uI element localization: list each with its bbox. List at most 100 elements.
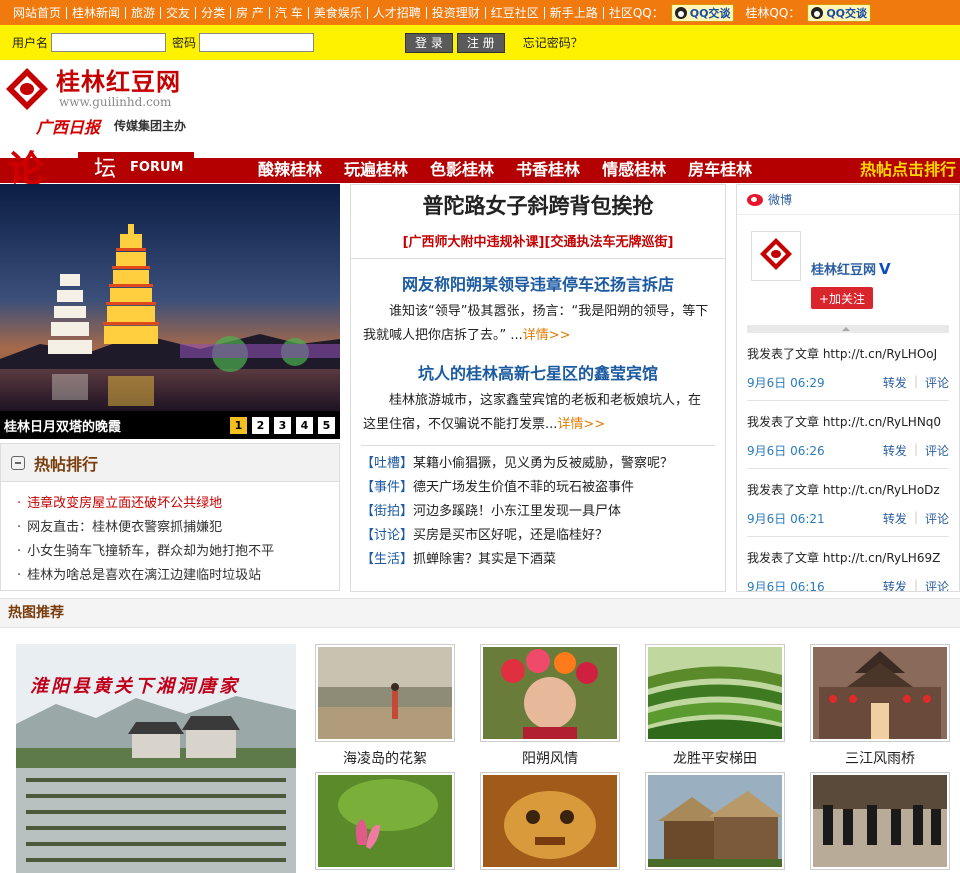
tagged-news-item[interactable]: 【讨论】买房是买市区好呢，还是临桂好？ — [361, 524, 715, 548]
subhead-link-2[interactable]: 交通执法车无牌巡街 — [550, 235, 667, 250]
thumbnail[interactable] — [810, 644, 950, 742]
hot-post-item[interactable]: 小女生骑车飞撞轿车，群众却为她打抱不平 — [17, 540, 339, 564]
thumbnail-caption[interactable]: 阳朔风情 — [480, 748, 620, 768]
thatched-huts-photo — [648, 775, 782, 867]
slide-page-5[interactable]: 5 — [318, 416, 335, 434]
thumbnail-caption[interactable]: 海凌岛的花絮 — [315, 748, 455, 768]
username-label: 用户名 — [12, 36, 49, 50]
community-qq-button[interactable]: QQ交谈 — [670, 3, 735, 22]
password-input[interactable] — [199, 33, 315, 52]
lotus-photo — [318, 775, 452, 867]
featured-picture[interactable]: 淮阳县黄关下湘洞唐家 — [16, 644, 296, 873]
lion-dance-photo — [483, 775, 617, 867]
repost-link[interactable]: 转发 — [883, 374, 907, 391]
thumbnail-caption[interactable]: 三江风雨桥 — [810, 748, 950, 768]
slideshow-caption-bar: 桂林日月双塔的晚霞 1 2 3 4 5 — [0, 411, 340, 439]
nav-food[interactable]: 美食娱乐 — [309, 6, 368, 19]
hot-post-item[interactable]: 网友直击：桂林便衣警察抓捕嫌犯 — [17, 516, 339, 540]
hot-posts-list: 违章改变房屋立面还破坏公共绿地 网友直击：桂林便衣警察抓捕嫌犯 小女生骑车飞撞轿… — [1, 482, 339, 588]
weibo-post-text[interactable]: 我发表了文章 http://t.cn/RyLHNq0 — [747, 413, 949, 430]
slideshow-caption[interactable]: 桂林日月双塔的晚霞 — [4, 416, 230, 435]
thumbnail[interactable] — [645, 644, 785, 742]
forum-nav-item[interactable]: 情感桂林 — [602, 156, 666, 180]
weibo-post-text[interactable]: 我发表了文章 http://t.cn/RyLHOoJ — [747, 345, 949, 362]
weibo-post-text[interactable]: 我发表了文章 http://t.cn/RyLH69Z — [747, 549, 949, 566]
register-button[interactable]: 注 册 — [456, 32, 505, 53]
forum-nav-item[interactable]: 色影桂林 — [430, 156, 494, 180]
tagged-news-item[interactable]: 【生活】抓蝉除害？其实是下酒菜 — [361, 548, 715, 572]
story-title[interactable]: 坑人的桂林高新七星区的鑫莹宾馆 — [363, 360, 713, 384]
login-button[interactable]: 登 录 — [405, 32, 453, 53]
thumbnail[interactable] — [315, 644, 455, 742]
weibo-post-time[interactable]: 9月6日 06:16 — [747, 578, 883, 591]
comment-link[interactable]: 评论 — [925, 578, 949, 591]
username-input[interactable] — [51, 33, 167, 52]
password-label: 密码 — [172, 36, 197, 50]
story-1: 网友称阳朔某领导违章停车还扬言拆店 谁知该“领导”极其嚣张，扬言：“我是阳朔的领… — [351, 271, 725, 348]
weibo-post-time[interactable]: 9月6日 06:29 — [747, 374, 883, 391]
nav-finance[interactable]: 投资理财 — [427, 6, 486, 19]
hot-posts-panel: 热帖排行 违章改变房屋立面还破坏公共绿地 网友直击：桂林便衣警察抓捕嫌犯 小女生… — [0, 443, 340, 591]
story-more-link[interactable]: 详情>> — [523, 328, 571, 343]
slide-page-1[interactable]: 1 — [230, 416, 247, 434]
forum-en-label: FORUM — [130, 159, 184, 175]
nav-home[interactable]: 网站首页 — [8, 6, 68, 19]
logo-url: www.guilinhd.com — [59, 95, 172, 109]
headline[interactable]: 普陀路女子斜跨背包挨抢 — [351, 190, 725, 220]
nav-dating[interactable]: 交友 — [161, 6, 197, 19]
follow-button[interactable]: +加关注 — [811, 287, 873, 309]
thumbnail[interactable] — [315, 772, 455, 870]
nav-community[interactable]: 红豆社区 — [486, 6, 545, 19]
story-title[interactable]: 网友称阳朔某领导违章停车还扬言拆店 — [363, 271, 713, 295]
forum-nav-item[interactable]: 酸辣桂林 — [258, 156, 322, 180]
slide-page-4[interactable]: 4 — [296, 416, 313, 434]
forum-nav-item[interactable]: 书香桂林 — [516, 156, 580, 180]
repost-link[interactable]: 转发 — [883, 510, 907, 527]
repost-link[interactable]: 转发 — [883, 578, 907, 591]
slide-page-2[interactable]: 2 — [252, 416, 269, 434]
nav-auto[interactable]: 汽 车 — [270, 6, 309, 19]
thumbnail[interactable] — [480, 644, 620, 742]
slide-page-3[interactable]: 3 — [274, 416, 291, 434]
comment-link[interactable]: 评论 — [925, 374, 949, 391]
repost-link[interactable]: 转发 — [883, 442, 907, 459]
comment-link[interactable]: 评论 — [925, 510, 949, 527]
guilin-qq-button[interactable]: QQ交谈 — [807, 3, 872, 22]
weibo-post-text[interactable]: 我发表了文章 http://t.cn/RyLHoDz — [747, 481, 949, 498]
forum-nav-item[interactable]: 房车桂林 — [688, 156, 752, 180]
weibo-avatar[interactable] — [751, 231, 801, 281]
guilin-qq-label: 桂林QQ： — [745, 5, 801, 20]
thumbnail[interactable] — [645, 772, 785, 870]
thumbnail-caption[interactable]: 龙胜平安梯田 — [645, 748, 785, 768]
slideshow[interactable]: 桂林日月双塔的晚霞 1 2 3 4 5 — [0, 184, 340, 439]
nav-travel[interactable]: 旅游 — [126, 6, 162, 19]
comment-link[interactable]: 评论 — [925, 442, 949, 459]
nav-newbie[interactable]: 新手上路 — [545, 6, 604, 19]
forum-nav-item[interactable]: 玩遍桂林 — [344, 156, 408, 180]
subhead-link-1[interactable]: 广西师大附中违规补课 — [409, 235, 539, 250]
tagged-news-item[interactable]: 【吐槽】某籍小偷猖獗，见义勇为反被威胁，警察呢？ — [361, 452, 715, 476]
top-navigation-bar: 网站首页 桂林新闻 旅游 交友 分类 房 产 汽 车 美食娱乐 人才招聘 投资理… — [0, 0, 960, 25]
tagged-news-item[interactable]: 【事件】德天广场发生价值不菲的玩石被盗事件 — [361, 476, 715, 500]
forum-nav: 酸辣桂林 玩遍桂林 色影桂林 书香桂林 情感桂林 房车桂林 — [258, 156, 774, 180]
weibo-account-name[interactable]: 桂林红豆网 V — [811, 259, 891, 278]
login-bar: 用户名 密码 登 录 注 册 忘记密码？ — [0, 25, 960, 60]
nav-classifieds[interactable]: 分类 — [196, 6, 232, 19]
weibo-post-time[interactable]: 9月6日 06:26 — [747, 442, 883, 459]
hot-rank-link[interactable]: 热帖点击排行 — [860, 156, 956, 180]
hot-post-item[interactable]: 违章改变房屋立面还破坏公共绿地 — [17, 492, 339, 516]
nav-jobs[interactable]: 人才招聘 — [368, 6, 427, 19]
qq-penguin-icon — [811, 6, 824, 19]
hot-post-item[interactable]: 桂林为啥总是喜欢在漓江边建临时垃圾站 — [17, 564, 339, 588]
story-more-link[interactable]: 详情>> — [557, 417, 605, 432]
nav-realestate[interactable]: 房 产 — [231, 6, 270, 19]
tagged-news-item[interactable]: 【街拍】河边多蹊跷！小东江里发现一具尸体 — [361, 500, 715, 524]
nav-news[interactable]: 桂林新闻 — [67, 6, 127, 19]
weibo-post-time[interactable]: 9月6日 06:21 — [747, 510, 883, 527]
forgot-password-link[interactable]: 忘记密码？ — [523, 34, 583, 51]
qq-penguin-icon — [674, 6, 687, 19]
thumbnail[interactable] — [810, 772, 950, 870]
twin-pagodas-photo — [0, 184, 340, 439]
thumbnail[interactable] — [480, 772, 620, 870]
weibo-divider — [747, 325, 949, 333]
